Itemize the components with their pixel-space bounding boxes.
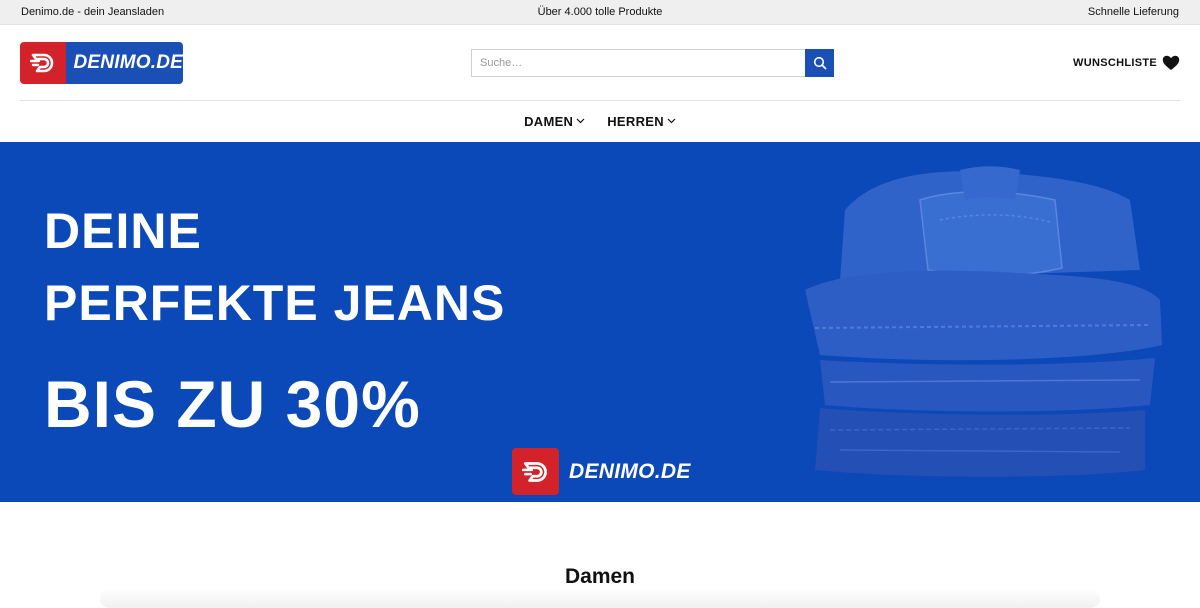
denimo-d-logo-icon: [512, 448, 559, 495]
hero-headline-line2: PERFEKTE JEANS: [44, 275, 506, 331]
search-icon: [813, 56, 826, 70]
nav-item-label: HERREN: [607, 113, 664, 129]
nav-item-label: DAMEN: [524, 113, 574, 129]
hero-logo: DENIMO.DE: [512, 448, 691, 495]
hero-banner[interactable]: DEINE PERFEKTE JEANS BIS ZU 30% DENIMO.D…: [0, 142, 1200, 502]
denimo-d-logo-icon: [20, 42, 66, 84]
topbar-delivery: Schnelle Lieferung: [1087, 6, 1179, 18]
main-nav: DAMEN HERREN: [0, 101, 1200, 141]
nav-item-herren[interactable]: HERREN: [607, 114, 676, 129]
section-card-shadow: [100, 588, 1100, 608]
section-title-damen: Damen: [564, 565, 636, 588]
wishlist-label: WUNSCHLISTE: [1073, 57, 1157, 69]
chevron-down-icon: [667, 118, 676, 124]
topbar-product-count: Über 4.000 tolle Produkte: [537, 6, 663, 18]
hero-logo-wordmark: DENIMO.DE: [569, 459, 691, 483]
site-header: DENIMO.DE WUNSCHLISTE: [0, 25, 1200, 101]
hero-headline-line1: DEINE: [44, 203, 202, 259]
heart-icon: [1162, 55, 1180, 70]
chevron-down-icon: [576, 118, 585, 124]
wishlist-link[interactable]: WUNSCHLISTE: [1073, 55, 1180, 71]
nav-item-damen[interactable]: DAMEN: [524, 114, 585, 129]
hero-discount: BIS ZU 30%: [44, 367, 421, 441]
top-info-bar: Denimo.de - dein Jeansladen Über 4.000 t…: [0, 0, 1200, 25]
stacked-jeans-image: [805, 166, 1162, 477]
search-input[interactable]: [471, 49, 806, 77]
logo-wordmark: DENIMO.DE: [65, 42, 183, 84]
search-button[interactable]: [805, 49, 834, 77]
site-logo[interactable]: DENIMO.DE: [20, 42, 183, 84]
search-bar: [471, 49, 834, 77]
